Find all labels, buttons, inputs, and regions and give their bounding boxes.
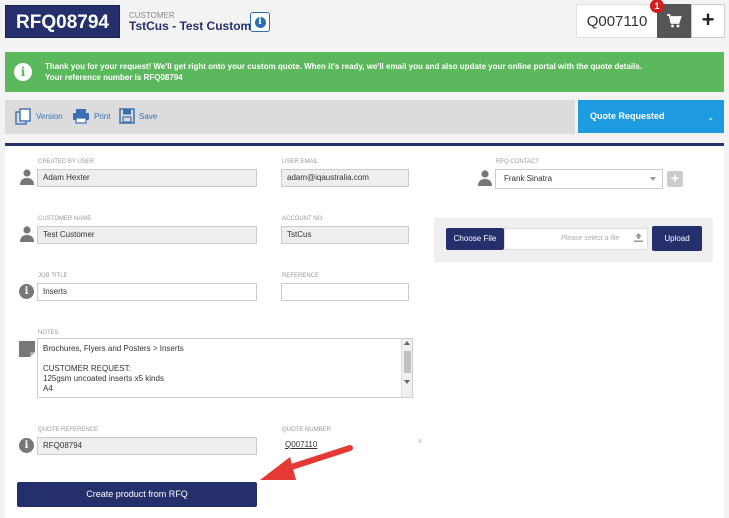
customer-name-field[interactable]: Test Customer [37, 226, 257, 244]
version-label: Version [36, 112, 63, 121]
info-icon: i [254, 16, 266, 28]
created-by-label: CREATED BY USER [38, 159, 95, 165]
job-title-label: JOB TITLE [38, 273, 68, 279]
notes-line: Brochures, Flyers and Posters > Inserts [43, 344, 184, 353]
alert-reference: Your reference number is RFQ08794 [45, 73, 183, 82]
user-icon [20, 226, 34, 242]
header: RFQ08794 CUSTOMER TstCus - Test Customer… [0, 0, 729, 44]
notes-line: CUSTOMER REQUEST: [43, 364, 131, 373]
close-icon[interactable]: × [417, 436, 422, 446]
user-icon [20, 169, 34, 185]
quote-number-label: QUOTE NUMBER [282, 427, 332, 433]
upload-icon [634, 233, 643, 242]
customer-info-button[interactable]: i [250, 12, 270, 32]
annotation-arrow-icon [260, 445, 353, 480]
chevron-down-icon: ⌄ [707, 113, 714, 122]
success-alert: i Thank you for your request! We'll get … [5, 52, 724, 92]
notes-scrollbar[interactable] [401, 339, 412, 397]
rfq-id-badge: RFQ08794 [5, 5, 120, 38]
rfq-details-panel [5, 143, 724, 518]
toolbar: Version Print Save [5, 100, 575, 134]
info-icon: i [14, 63, 32, 81]
quote-reference-label: QUOTE REFERENCE [38, 427, 99, 433]
quote-status-dropdown[interactable]: Quote Requested ⌄ [578, 100, 724, 133]
scroll-down-icon[interactable] [404, 380, 410, 384]
user-email-field[interactable]: adam@iqaustralia.com [281, 169, 409, 187]
reference-field[interactable] [281, 283, 409, 301]
customer-name-label: CUSTOMER NAME [38, 216, 92, 222]
quote-number-display[interactable]: Q007110 [576, 4, 658, 38]
rfq-contact-value: Frank Sinatra [504, 174, 553, 183]
rfq-contact-select[interactable]: Frank Sinatra [495, 169, 663, 189]
print-label: Print [94, 111, 111, 121]
version-button[interactable]: Version [15, 108, 63, 125]
save-label: Save [139, 111, 158, 121]
notes-line [43, 354, 400, 364]
notes-line: A4 [43, 384, 53, 393]
choose-file-button[interactable]: Choose File [446, 228, 504, 250]
add-contact-button[interactable]: + [667, 171, 683, 187]
scroll-up-icon[interactable] [404, 341, 410, 345]
upload-button[interactable]: Upload [652, 226, 702, 251]
file-name-field[interactable]: Please select a file [504, 228, 648, 250]
cart-icon [667, 14, 682, 28]
notes-line: 125gsm uncoated inserts x5 kinds [43, 374, 164, 383]
account-no-label: ACCOUNT NO [282, 216, 323, 222]
chevron-down-icon [650, 177, 656, 181]
user-email-label: USER EMAIL [282, 159, 319, 165]
print-button[interactable]: Print [72, 108, 110, 124]
notes-label: NOTES [38, 330, 59, 336]
info-icon: i [19, 438, 34, 453]
info-icon: i [19, 284, 34, 299]
status-label: Quote Requested [590, 111, 665, 121]
reference-label: REFERENCE [282, 273, 320, 279]
scroll-thumb[interactable] [404, 351, 411, 373]
created-by-field[interactable]: Adam Hexter [37, 169, 257, 187]
account-no-field[interactable]: TstCus [281, 226, 409, 244]
save-button[interactable]: Save [119, 108, 157, 124]
user-icon [478, 170, 492, 186]
copy-icon [15, 108, 31, 125]
notes-textarea[interactable]: Brochures, Flyers and Posters > Inserts … [37, 338, 413, 398]
alert-message: Thank you for your request! We'll get ri… [45, 62, 643, 71]
note-icon [19, 341, 35, 357]
printer-icon [73, 109, 89, 124]
save-icon [119, 108, 135, 124]
add-button[interactable]: + [691, 4, 725, 38]
customer-name: TstCus - Test Customer [129, 19, 263, 33]
quote-reference-field[interactable]: RFQ08794 [37, 437, 257, 455]
job-title-field[interactable]: Inserts [37, 283, 257, 301]
create-product-button[interactable]: Create product from RFQ [17, 482, 257, 507]
rfq-contact-label: RFQ CONTACT [496, 159, 539, 165]
